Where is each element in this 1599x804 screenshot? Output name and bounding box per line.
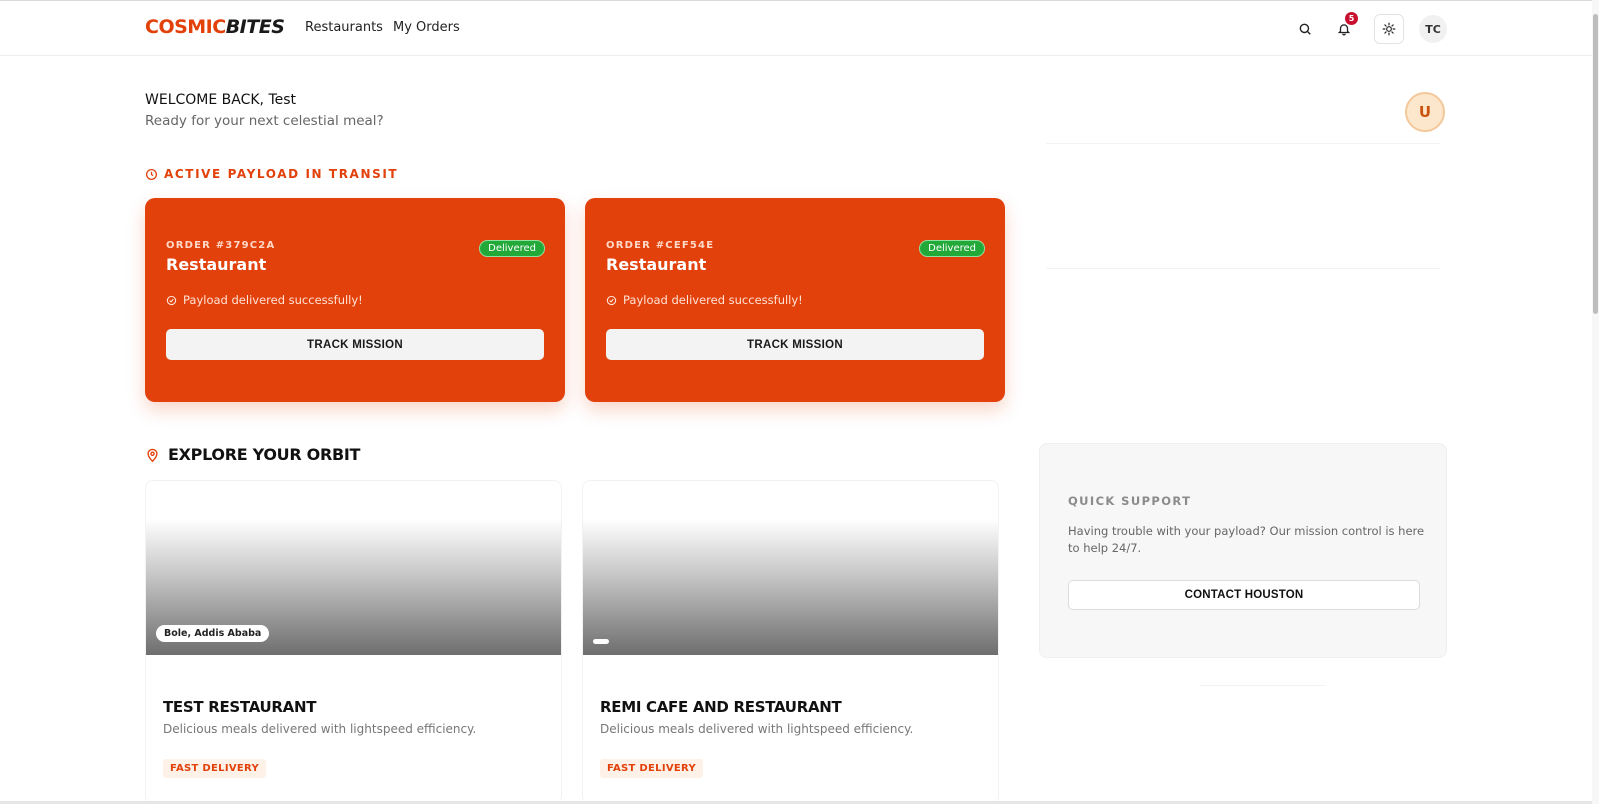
order-status-text: Payload delivered successfully! [623, 293, 803, 307]
order-id: ORDER #379C2A [166, 240, 276, 251]
active-orders-heading: ACTIVE PAYLOAD IN TRANSIT [145, 167, 398, 181]
active-orders-heading-text: ACTIVE PAYLOAD IN TRANSIT [164, 167, 399, 181]
order-restaurant-name: Restaurant [166, 255, 267, 274]
restaurant-description: Delicious meals delivered with lightspee… [163, 722, 477, 736]
explore-heading: EXPLORE YOUR ORBIT [145, 445, 360, 464]
status-badge: Delivered [919, 240, 985, 257]
user-avatar[interactable]: TC [1419, 15, 1447, 43]
support-text: Having trouble with your payload? Our mi… [1068, 524, 1425, 555]
check-circle-icon [606, 295, 617, 305]
order-status: Payload delivered successfully! [166, 293, 363, 307]
order-status-text: Payload delivered successfully! [183, 293, 363, 307]
search-button[interactable] [1291, 15, 1319, 43]
placeholder-divider [1200, 685, 1326, 686]
restaurant-name: REMI CAFE AND RESTAURANT [600, 698, 842, 716]
location-tag: Bole, Addis Ababa [156, 625, 270, 642]
quick-support-panel: QUICK SUPPORT Having trouble with your p… [1039, 443, 1447, 658]
restaurant-card[interactable]: Bole, Addis Ababa TEST RESTAURANT Delici… [145, 480, 562, 804]
placeholder-divider [1046, 268, 1440, 269]
contact-houston-button[interactable]: CONTACT HOUSTON [1068, 580, 1420, 610]
notifications-button[interactable]: 5 [1330, 12, 1358, 43]
logo-text-cosmic: COSMIC [145, 16, 226, 38]
delivery-tag: FAST DELIVERY [600, 759, 704, 778]
theme-toggle-button[interactable] [1374, 14, 1404, 44]
restaurant-image [583, 519, 998, 655]
status-badge: Delivered [479, 240, 545, 257]
check-circle-icon [166, 295, 177, 305]
nav-my-orders[interactable]: My Orders [393, 20, 460, 35]
support-title: QUICK SUPPORT [1068, 494, 1192, 508]
notification-count-badge: 5 [1345, 12, 1358, 25]
welcome-subtitle: Ready for your next celestial meal? [145, 113, 384, 129]
delivery-tag: FAST DELIVERY [163, 759, 267, 778]
logo-text-bites: BITES [225, 16, 285, 38]
order-card: ORDER #379C2A Restaurant Delivered Paylo… [145, 198, 565, 402]
order-status: Payload delivered successfully! [606, 293, 803, 307]
map-pin-icon [147, 448, 158, 462]
search-icon [1299, 23, 1311, 35]
restaurant-card[interactable]: REMI CAFE AND RESTAURANT Delicious meals… [582, 480, 999, 804]
profile-avatar[interactable]: U [1405, 92, 1445, 132]
explore-heading-text: EXPLORE YOUR ORBIT [168, 445, 361, 464]
placeholder-divider [1046, 143, 1440, 144]
order-restaurant-name: Restaurant [606, 255, 707, 274]
clock-icon [145, 168, 158, 180]
location-tag [593, 639, 609, 644]
order-card: ORDER #CEF54E Restaurant Delivered Paylo… [585, 198, 1005, 402]
nav-restaurants[interactable]: Restaurants [305, 20, 383, 35]
restaurant-image: Bole, Addis Ababa [146, 519, 561, 655]
sun-icon [1382, 22, 1396, 36]
order-id: ORDER #CEF54E [606, 240, 715, 251]
restaurant-name: TEST RESTAURANT [163, 698, 317, 716]
restaurant-description: Delicious meals delivered with lightspee… [600, 722, 914, 736]
track-mission-button[interactable]: TRACK MISSION [166, 329, 544, 360]
top-navbar: COSMICBITES Restaurants My Orders 5 TC [0, 0, 1592, 56]
brand-logo[interactable]: COSMICBITES [145, 16, 285, 38]
scrollbar-thumb[interactable] [1593, 14, 1598, 314]
track-mission-button[interactable]: TRACK MISSION [606, 329, 984, 360]
welcome-title: WELCOME BACK, Test [145, 92, 297, 108]
